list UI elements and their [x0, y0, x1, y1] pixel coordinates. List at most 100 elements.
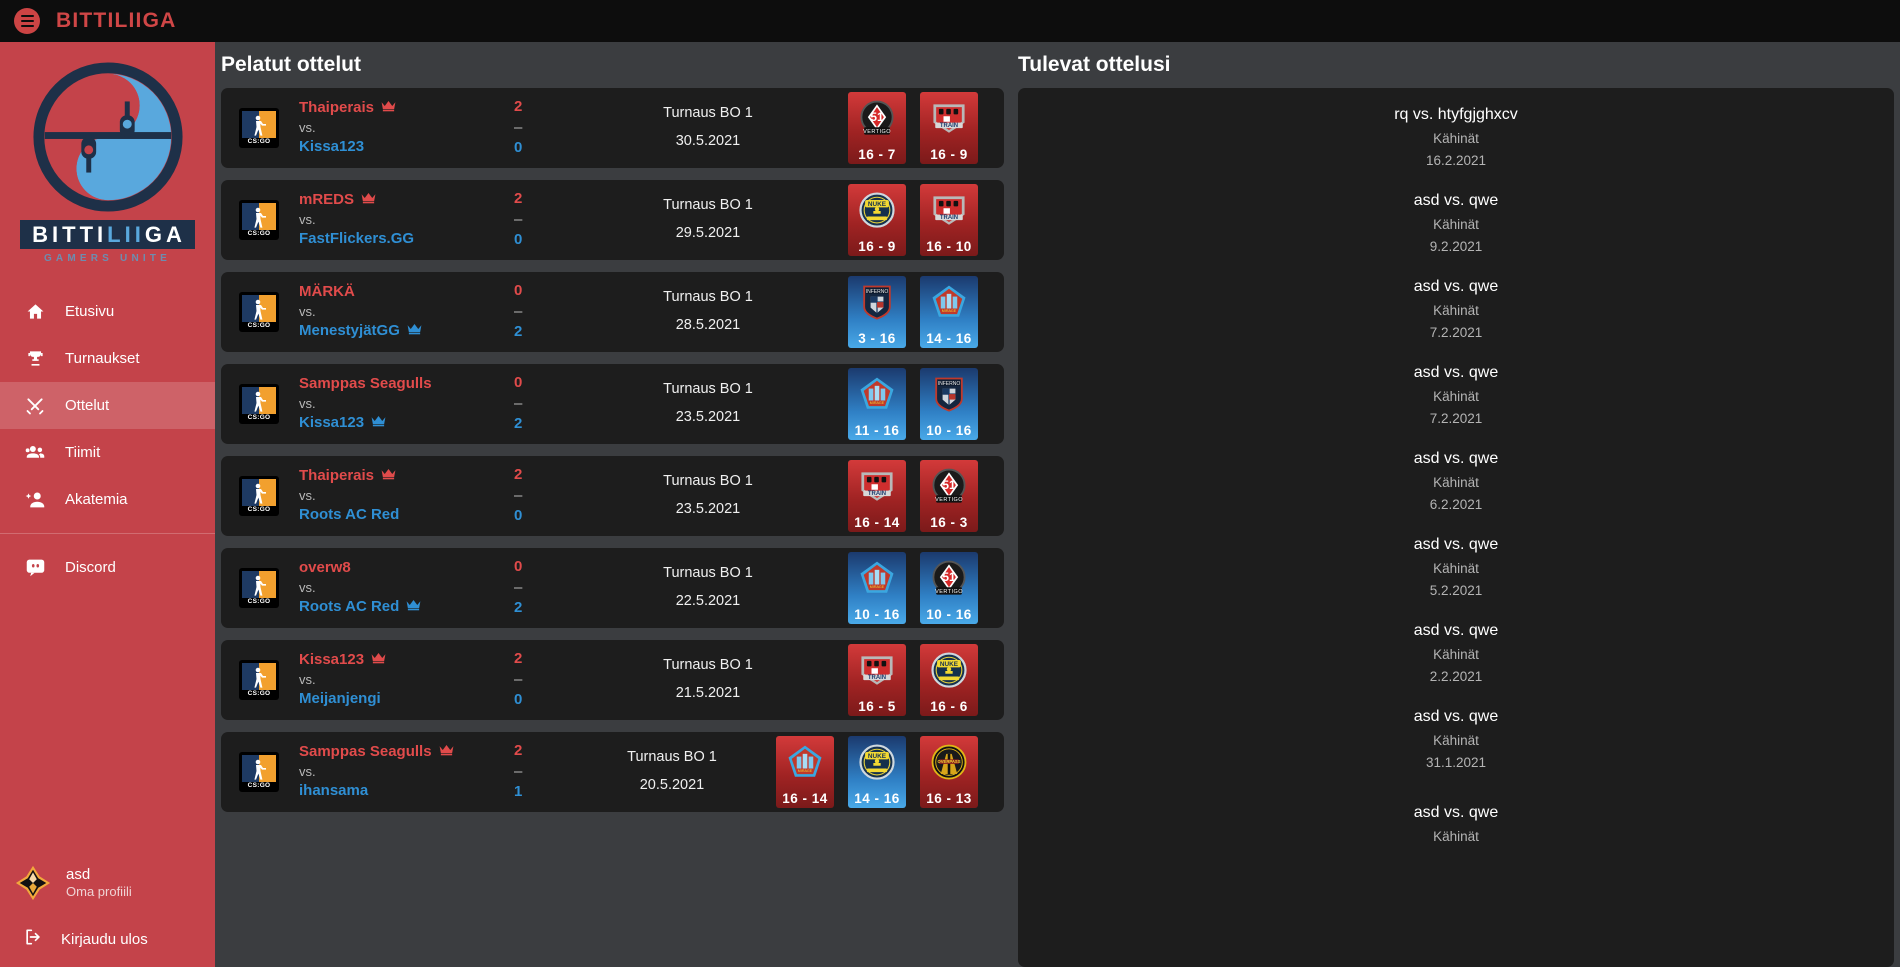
- crown-icon: [371, 414, 386, 433]
- team-a[interactable]: Kissa123: [299, 651, 514, 670]
- team-b-name: Kissa123: [299, 414, 365, 432]
- train-map-icon: TRAIN: [927, 97, 971, 141]
- map-result-card[interactable]: 51 VERTIGO 10 - 16: [920, 552, 978, 624]
- map-score: 16 - 9: [858, 239, 896, 254]
- sidebar-profile[interactable]: asd Oma profiili: [0, 855, 215, 911]
- match-row[interactable]: CS:GO Kissa123 vs. Meijanjengi 2 – 0 Tur…: [221, 640, 1004, 720]
- app-brand-title: BITTILIIGA: [56, 9, 177, 32]
- upcoming-match-tournament: Kähinät: [1433, 130, 1479, 146]
- team-a[interactable]: Samppas Seagulls: [299, 375, 514, 394]
- map-result-card[interactable]: TRAIN 16 - 5: [848, 644, 906, 716]
- map-result-card[interactable]: OVERPASS 16 - 13: [920, 736, 978, 808]
- map-result-card[interactable]: NUKE 16 - 9: [848, 184, 906, 256]
- logout-button[interactable]: Kirjaudu ulos: [0, 911, 215, 967]
- svg-text:51: 51: [870, 110, 884, 124]
- sidebar-item-discord[interactable]: Discord: [0, 544, 215, 591]
- mirage-map-icon: MIRAGE: [783, 741, 827, 785]
- score-dash: –: [514, 670, 523, 688]
- sidebar-item-ottelut[interactable]: Ottelut: [0, 382, 215, 430]
- map-result-card[interactable]: MIRAGE 10 - 16: [848, 552, 906, 624]
- upcoming-match-title: rq vs. htyfgjghxcv: [1394, 105, 1518, 123]
- upcoming-match-item[interactable]: asd vs. qwe Kähinät 9.2.2021: [1018, 180, 1894, 266]
- match-date: 20.5.2021: [639, 777, 705, 793]
- map-result-card[interactable]: INFERNO 10 - 16: [920, 368, 978, 440]
- top-bar: BITTILIIGA: [0, 0, 1900, 42]
- team-a[interactable]: Thaiperais: [299, 467, 514, 486]
- svg-text:51: 51: [942, 478, 956, 492]
- map-score: 16 - 3: [930, 515, 968, 530]
- team-a[interactable]: overw8: [299, 559, 514, 578]
- sidebar-logo[interactable]: BITTILIIGA GAMERS UNITE: [0, 42, 215, 276]
- sidebar-item-label: Turnaukset: [65, 350, 140, 368]
- match-teams: Thaiperais vs. Roots AC Red: [299, 467, 514, 525]
- match-row[interactable]: CS:GO Samppas Seagulls vs. Kissa123 0 – …: [221, 364, 1004, 444]
- upcoming-match-item[interactable]: asd vs. qwe Kähinät 31.1.2021: [1018, 696, 1894, 782]
- map-result-card[interactable]: NUKE 14 - 16: [848, 736, 906, 808]
- vs-label: vs.: [299, 395, 316, 411]
- map-score: 16 - 9: [930, 147, 968, 162]
- map-score: 10 - 16: [854, 607, 900, 622]
- score-b: 0: [514, 139, 523, 157]
- team-b[interactable]: FastFlickers.GG: [299, 230, 514, 249]
- map-result-card[interactable]: MIRAGE 14 - 16: [920, 276, 978, 348]
- map-result-card[interactable]: 51 VERTIGO 16 - 7: [848, 92, 906, 164]
- map-result-card[interactable]: MIRAGE 16 - 14: [776, 736, 834, 808]
- match-row[interactable]: CS:GO Thaiperais vs. Roots AC Red 2 – 0 …: [221, 456, 1004, 536]
- sidebar-item-akatemia[interactable]: Akatemia: [0, 476, 215, 523]
- map-result-card[interactable]: TRAIN 16 - 9: [920, 92, 978, 164]
- team-b[interactable]: ihansama: [299, 782, 514, 801]
- team-a[interactable]: MÄRKÄ: [299, 283, 514, 302]
- vs-label: vs.: [299, 579, 316, 595]
- team-b[interactable]: MenestyjätGG: [299, 322, 514, 341]
- upcoming-match-item[interactable]: asd vs. qwe Kähinät 5.2.2021: [1018, 524, 1894, 610]
- tournament-name: Turnaus BO 1: [627, 749, 717, 766]
- hamburger-icon[interactable]: [14, 8, 40, 34]
- match-tournament-info: Turnaus BO 1 20.5.2021: [568, 744, 776, 799]
- team-b[interactable]: Meijanjengi: [299, 690, 514, 709]
- match-teams: Samppas Seagulls vs. ihansama: [299, 743, 514, 801]
- map-result-card[interactable]: INFERNO 3 - 16: [848, 276, 906, 348]
- upcoming-match-date: 9.2.2021: [1429, 239, 1483, 254]
- upcoming-match-item[interactable]: asd vs. qwe Kähinät: [1018, 782, 1894, 868]
- mirage-map-icon: MIRAGE: [855, 557, 899, 601]
- upcoming-match-tournament: Kähinät: [1433, 388, 1479, 404]
- upcoming-match-item[interactable]: asd vs. qwe Kähinät 7.2.2021: [1018, 352, 1894, 438]
- bittiliiga-logo-icon: [32, 62, 183, 212]
- team-a[interactable]: Samppas Seagulls: [299, 743, 514, 762]
- match-row[interactable]: CS:GO mREDS vs. FastFlickers.GG 2 – 0 Tu…: [221, 180, 1004, 260]
- sidebar-item-etusivu[interactable]: Etusivu: [0, 288, 215, 335]
- team-a[interactable]: Thaiperais: [299, 99, 514, 118]
- upcoming-match-tournament: Kähinät: [1433, 216, 1479, 232]
- match-row[interactable]: CS:GO overw8 vs. Roots AC Red 0 – 2 Turn…: [221, 548, 1004, 628]
- upcoming-match-item[interactable]: asd vs. qwe Kähinät 2.2.2021: [1018, 610, 1894, 696]
- team-b[interactable]: Kissa123: [299, 138, 514, 157]
- upcoming-match-item[interactable]: asd vs. qwe Kähinät 6.2.2021: [1018, 438, 1894, 524]
- upcoming-match-item[interactable]: rq vs. htyfgjghxcv Kähinät 16.2.2021: [1018, 94, 1894, 180]
- upcoming-match-item[interactable]: asd vs. qwe Kähinät 7.2.2021: [1018, 266, 1894, 352]
- upcoming-match-tournament: Kähinät: [1433, 560, 1479, 576]
- upcoming-match-title: asd vs. qwe: [1413, 277, 1499, 295]
- map-result-card[interactable]: NUKE 16 - 6: [920, 644, 978, 716]
- map-result-card[interactable]: 51 VERTIGO 16 - 3: [920, 460, 978, 532]
- map-result-card[interactable]: TRAIN 16 - 10: [920, 184, 978, 256]
- svg-text:VERTIGO: VERTIGO: [863, 129, 891, 135]
- match-maps: MIRAGE 10 - 16 51 VERTIGO 10 - 16: [848, 552, 990, 624]
- sidebar-item-tiimit[interactable]: Tiimit: [0, 429, 215, 476]
- match-row[interactable]: CS:GO MÄRKÄ vs. MenestyjätGG 0 – 2 Turna…: [221, 272, 1004, 352]
- team-b[interactable]: Roots AC Red: [299, 506, 514, 525]
- team-b[interactable]: Roots AC Red: [299, 598, 514, 617]
- team-a[interactable]: mREDS: [299, 191, 514, 210]
- score-b: 2: [514, 415, 523, 433]
- sidebar-item-turnaukset[interactable]: Turnaukset: [0, 335, 215, 382]
- vs-label: vs.: [299, 487, 316, 503]
- map-result-card[interactable]: MIRAGE 11 - 16: [848, 368, 906, 440]
- score-a: 2: [514, 189, 523, 207]
- team-b[interactable]: Kissa123: [299, 414, 514, 433]
- match-row[interactable]: CS:GO Thaiperais vs. Kissa123 2 – 0 Turn…: [221, 88, 1004, 168]
- vs-label: vs.: [299, 303, 316, 319]
- team-b-name: Roots AC Red: [299, 598, 400, 616]
- score-a: 0: [514, 557, 523, 575]
- upcoming-matches-column: Tulevat ottelusi rq vs. htyfgjghxcv Kähi…: [1010, 42, 1900, 967]
- match-row[interactable]: CS:GO Samppas Seagulls vs. ihansama 2 – …: [221, 732, 1004, 812]
- map-result-card[interactable]: TRAIN 16 - 14: [848, 460, 906, 532]
